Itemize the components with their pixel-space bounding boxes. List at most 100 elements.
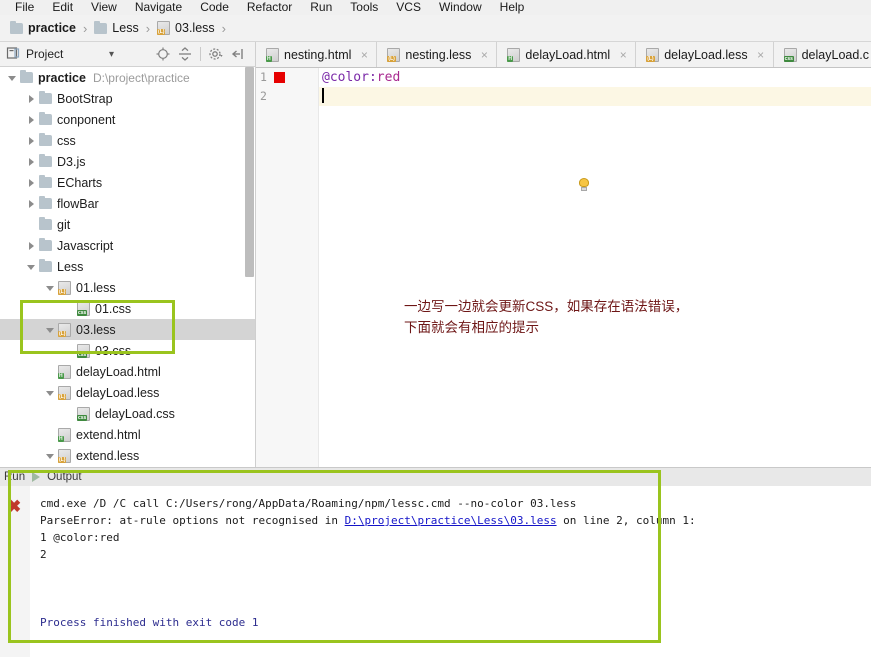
tab-delayload-css[interactable]: css delayLoad.c [773, 42, 871, 67]
tree-row[interactable]: css 03.css [0, 340, 255, 361]
editor-gutter[interactable]: 1 2 [256, 68, 313, 467]
run-tool-label[interactable]: Run [4, 471, 25, 483]
breadcrumb-item-practice[interactable]: practice [10, 20, 76, 35]
tree-row[interactable]: git [0, 214, 255, 235]
tree-row[interactable]: ECharts [0, 172, 255, 193]
tree-row[interactable]: (L) delayLoad.less [0, 382, 255, 403]
tree-row[interactable]: (L) 01.less [0, 277, 255, 298]
tree-row[interactable]: Less [0, 256, 255, 277]
menu-item-edit[interactable]: Edit [43, 1, 82, 15]
editor-tab-bar[interactable]: H nesting.html × (L) nesting.less × H de… [256, 42, 871, 68]
less-file-icon: (L) [157, 21, 171, 35]
tree-row[interactable]: css delayLoad.css [0, 403, 255, 424]
tree-twisty-placeholder [63, 302, 76, 315]
less-file-icon: (L) [58, 448, 71, 463]
project-panel-header: Project ▾ [0, 42, 256, 67]
locate-target-icon[interactable] [155, 46, 171, 62]
output-tab-label[interactable]: Output [47, 471, 82, 483]
project-panel-title: Project [26, 47, 64, 61]
chevron-down-icon[interactable]: ▾ [109, 49, 114, 60]
css-file-icon: css [77, 301, 90, 316]
tree-row-label: BootStrap [57, 91, 113, 106]
console-line-exit: Process finished with exit code 1 [40, 616, 259, 629]
tree-row[interactable]: HdelayLoad.html [0, 361, 255, 382]
collapse-all-icon[interactable] [177, 46, 193, 62]
console-error-text: ParseError: at-rule options not recognis… [40, 514, 345, 527]
menu-item-code[interactable]: Code [191, 1, 238, 15]
tab-label: delayLoad.c [801, 47, 870, 62]
code-line-2[interactable] [320, 87, 871, 106]
tree-twisty-open-icon[interactable] [6, 71, 19, 84]
tree-row-path: D:\project\practice [92, 70, 190, 85]
tab-label: nesting.html [284, 47, 352, 62]
tree-row-label: delayLoad.html [76, 364, 161, 379]
tree-twisty-open-icon[interactable] [25, 260, 38, 273]
tree-row-label: extend.html [76, 427, 141, 442]
tab-close-icon[interactable]: × [618, 48, 628, 62]
gutter-line-1: 1 [256, 68, 313, 87]
tree-scrollbar[interactable] [245, 67, 254, 277]
tree-twisty-closed-icon[interactable] [25, 197, 38, 210]
menu-item-window[interactable]: Window [430, 1, 491, 15]
tree-twisty-closed-icon[interactable] [25, 134, 38, 147]
tab-close-icon[interactable]: × [479, 48, 489, 62]
project-tree[interactable]: practice D:\project\practice BootStrap conp… [0, 67, 256, 467]
run-console[interactable]: ✖ cmd.exe /D /C call C:/Users/rong/AppDa… [0, 486, 871, 657]
intention-bulb-icon[interactable] [578, 178, 590, 191]
menu-item-run[interactable]: Run [301, 1, 341, 15]
menu-item-view[interactable]: View [82, 1, 126, 15]
settings-gear-icon[interactable] [208, 46, 224, 62]
tree-row[interactable]: Hextend.html [0, 424, 255, 445]
breadcrumb-item-file[interactable]: (L) 03.less [157, 21, 215, 35]
tree-twisty-open-icon[interactable] [44, 281, 57, 294]
tree-twisty-closed-icon[interactable] [25, 239, 38, 252]
menu-item-file[interactable]: File [6, 1, 43, 15]
breadcrumb-item-less[interactable]: Less [94, 20, 139, 35]
tree-twisty-closed-icon[interactable] [25, 155, 38, 168]
tab-nesting-less[interactable]: (L) nesting.less × [377, 42, 498, 67]
tree-row-label: D3.js [57, 154, 86, 169]
tree-twisty-open-icon[interactable] [44, 386, 57, 399]
tab-delayload-less[interactable]: (L) delayLoad.less × [636, 42, 774, 67]
less-file-icon: (L) [58, 385, 71, 400]
tree-row[interactable]: css 01.css [0, 298, 255, 319]
tree-row[interactable]: css [0, 130, 255, 151]
folder-icon [39, 259, 52, 272]
tree-row[interactable]: practice D:\project\practice [0, 67, 255, 88]
tree-twisty-closed-icon[interactable] [25, 176, 38, 189]
tree-row-label: extend.less [76, 448, 140, 463]
tab-close-icon[interactable]: × [359, 48, 369, 62]
tab-delayload-html[interactable]: H delayLoad.html × [497, 42, 637, 67]
code-area[interactable]: @color:red [320, 68, 871, 467]
code-line-1[interactable]: @color:red [320, 68, 871, 87]
tree-row[interactable]: Javascript [0, 235, 255, 256]
tree-twisty-closed-icon[interactable] [25, 113, 38, 126]
hide-panel-icon[interactable] [230, 46, 246, 62]
css-file-icon: css [77, 406, 90, 421]
breadcrumb-separator: › [145, 20, 151, 36]
tree-row[interactable]: flowBar [0, 193, 255, 214]
tree-row[interactable]: D3.js [0, 151, 255, 172]
code-editor[interactable]: 1 2 @color:red [256, 68, 871, 467]
breakpoint-marker-icon[interactable] [274, 72, 285, 83]
tree-row[interactable]: BootStrap [0, 88, 255, 109]
tree-row-label: flowBar [57, 196, 99, 211]
menu-item-tools[interactable]: Tools [341, 1, 387, 15]
tree-twisty-open-icon[interactable] [44, 449, 57, 462]
menu-item-navigate[interactable]: Navigate [126, 1, 191, 15]
folder-icon [10, 20, 23, 34]
tree-row[interactable]: (L) extend.less [0, 445, 255, 466]
menu-item-help[interactable]: Help [491, 1, 534, 15]
folder-icon [39, 196, 52, 209]
tree-twisty-placeholder [25, 218, 38, 231]
menu-item-vcs[interactable]: VCS [387, 1, 430, 15]
tree-row[interactable]: conponent [0, 109, 255, 130]
tab-nesting-html[interactable]: H nesting.html × [256, 42, 378, 67]
menu-item-refactor[interactable]: Refactor [238, 1, 301, 15]
file-path-link[interactable]: D:\project\practice\Less\03.less [345, 514, 557, 527]
tree-row[interactable]: (L) 03.less [0, 319, 255, 340]
tree-twisty-open-icon[interactable] [44, 323, 57, 336]
tree-twisty-placeholder [63, 344, 76, 357]
tree-twisty-closed-icon[interactable] [25, 92, 38, 105]
tab-close-icon[interactable]: × [756, 48, 766, 62]
